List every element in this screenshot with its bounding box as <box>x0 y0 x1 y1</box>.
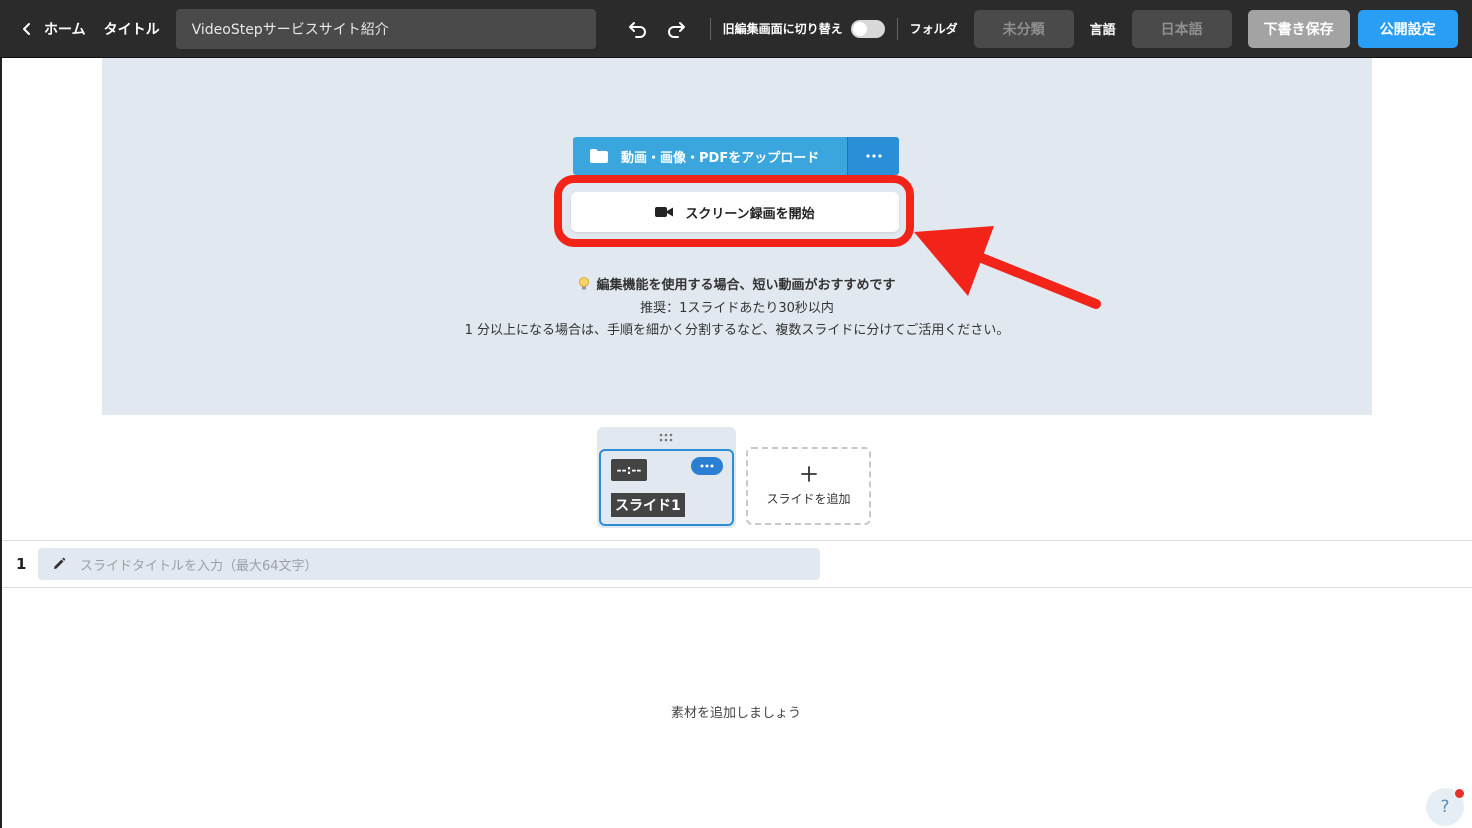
redo-button[interactable] <box>664 17 688 41</box>
add-slide-button[interactable]: スライドを追加 <box>746 447 871 525</box>
redo-icon <box>667 21 685 38</box>
notification-dot <box>1455 789 1464 798</box>
language-select[interactable]: 日本語 <box>1131 9 1232 48</box>
divider <box>2 540 1472 541</box>
upload-more-button[interactable] <box>847 137 899 175</box>
folder-label: フォルダ <box>909 22 958 36</box>
legacy-editor-label: 旧編集画面に切り替え <box>722 22 843 36</box>
slide-more-button[interactable] <box>691 457 723 475</box>
chevron-left-icon <box>23 22 30 35</box>
tip-title-text: 編集機能を使用する場合、短い動画がおすすめです <box>596 278 896 293</box>
add-slide-label: スライドを追加 <box>766 491 851 506</box>
record-label: スクリーン録画を開始 <box>685 206 815 222</box>
slide-name: スライド1 <box>611 493 685 517</box>
upload-button-group: 動画・画像・PDFをアップロード <box>573 137 899 175</box>
undo-icon <box>628 21 646 38</box>
empty-content-message: 素材を追加しましょう <box>670 706 801 721</box>
top-bar: ホーム タイトル VideoStepサービスサイト紹介 旧編集画面に切り替え フ… <box>0 0 1472 58</box>
home-label: ホーム <box>44 21 86 38</box>
drag-handle-icon[interactable] <box>659 433 673 443</box>
slide-thumbnail-wrapper: --:-- スライド1 <box>597 427 736 528</box>
upload-label: 動画・画像・PDFをアップロード <box>621 150 820 166</box>
tip-title: 編集機能を使用する場合、短い動画がおすすめです <box>102 274 1372 293</box>
tip-recommendation: 推奨：1スライドあたり30秒以内 <box>640 301 834 316</box>
slide-number: 1 <box>16 555 27 573</box>
home-back-button[interactable]: ホーム <box>20 19 86 39</box>
folder-icon <box>590 149 608 163</box>
slide-duration: --:-- <box>611 459 647 481</box>
divider <box>2 587 1472 588</box>
video-camera-icon <box>655 207 674 217</box>
annotation-arrow-icon <box>914 226 1101 309</box>
title-label: タイトル <box>103 21 160 38</box>
plus-icon <box>800 465 817 482</box>
toolbar-divider <box>709 17 711 40</box>
save-draft-button[interactable]: 下書き保存 <box>1247 9 1350 48</box>
folder-select[interactable]: 未分類 <box>973 9 1074 48</box>
title-input[interactable]: VideoStepサービスサイト紹介 <box>175 8 596 49</box>
legacy-editor-toggle[interactable] <box>850 19 885 38</box>
more-horizontal-icon <box>700 464 714 468</box>
more-horizontal-icon <box>865 154 882 158</box>
toggle-knob <box>852 21 867 36</box>
slide-title-placeholder: スライドタイトルを入力（最大64文字） <box>80 558 318 574</box>
lightbulb-icon <box>579 277 590 290</box>
pencil-icon <box>54 557 66 569</box>
tip-detail: 1 分以上になる場合は、手順を細かく分割するなど、複数スライドに分けてご活用くだ… <box>464 323 1010 338</box>
upload-button[interactable]: 動画・画像・PDFをアップロード <box>573 137 847 175</box>
undo-button[interactable] <box>626 17 650 41</box>
start-screen-recording-button[interactable]: スクリーン録画を開始 <box>571 192 899 232</box>
language-label: 言語 <box>1089 23 1116 38</box>
slide-stage: 動画・画像・PDFをアップロード スクリーン録画を開始 編集機能を使用する場合、… <box>102 58 1372 415</box>
slide-thumbnail[interactable]: --:-- スライド1 <box>599 449 734 526</box>
toolbar-divider <box>896 17 898 40</box>
publish-settings-button[interactable]: 公開設定 <box>1357 9 1458 48</box>
slide-title-input[interactable]: スライドタイトルを入力（最大64文字） <box>38 548 820 580</box>
